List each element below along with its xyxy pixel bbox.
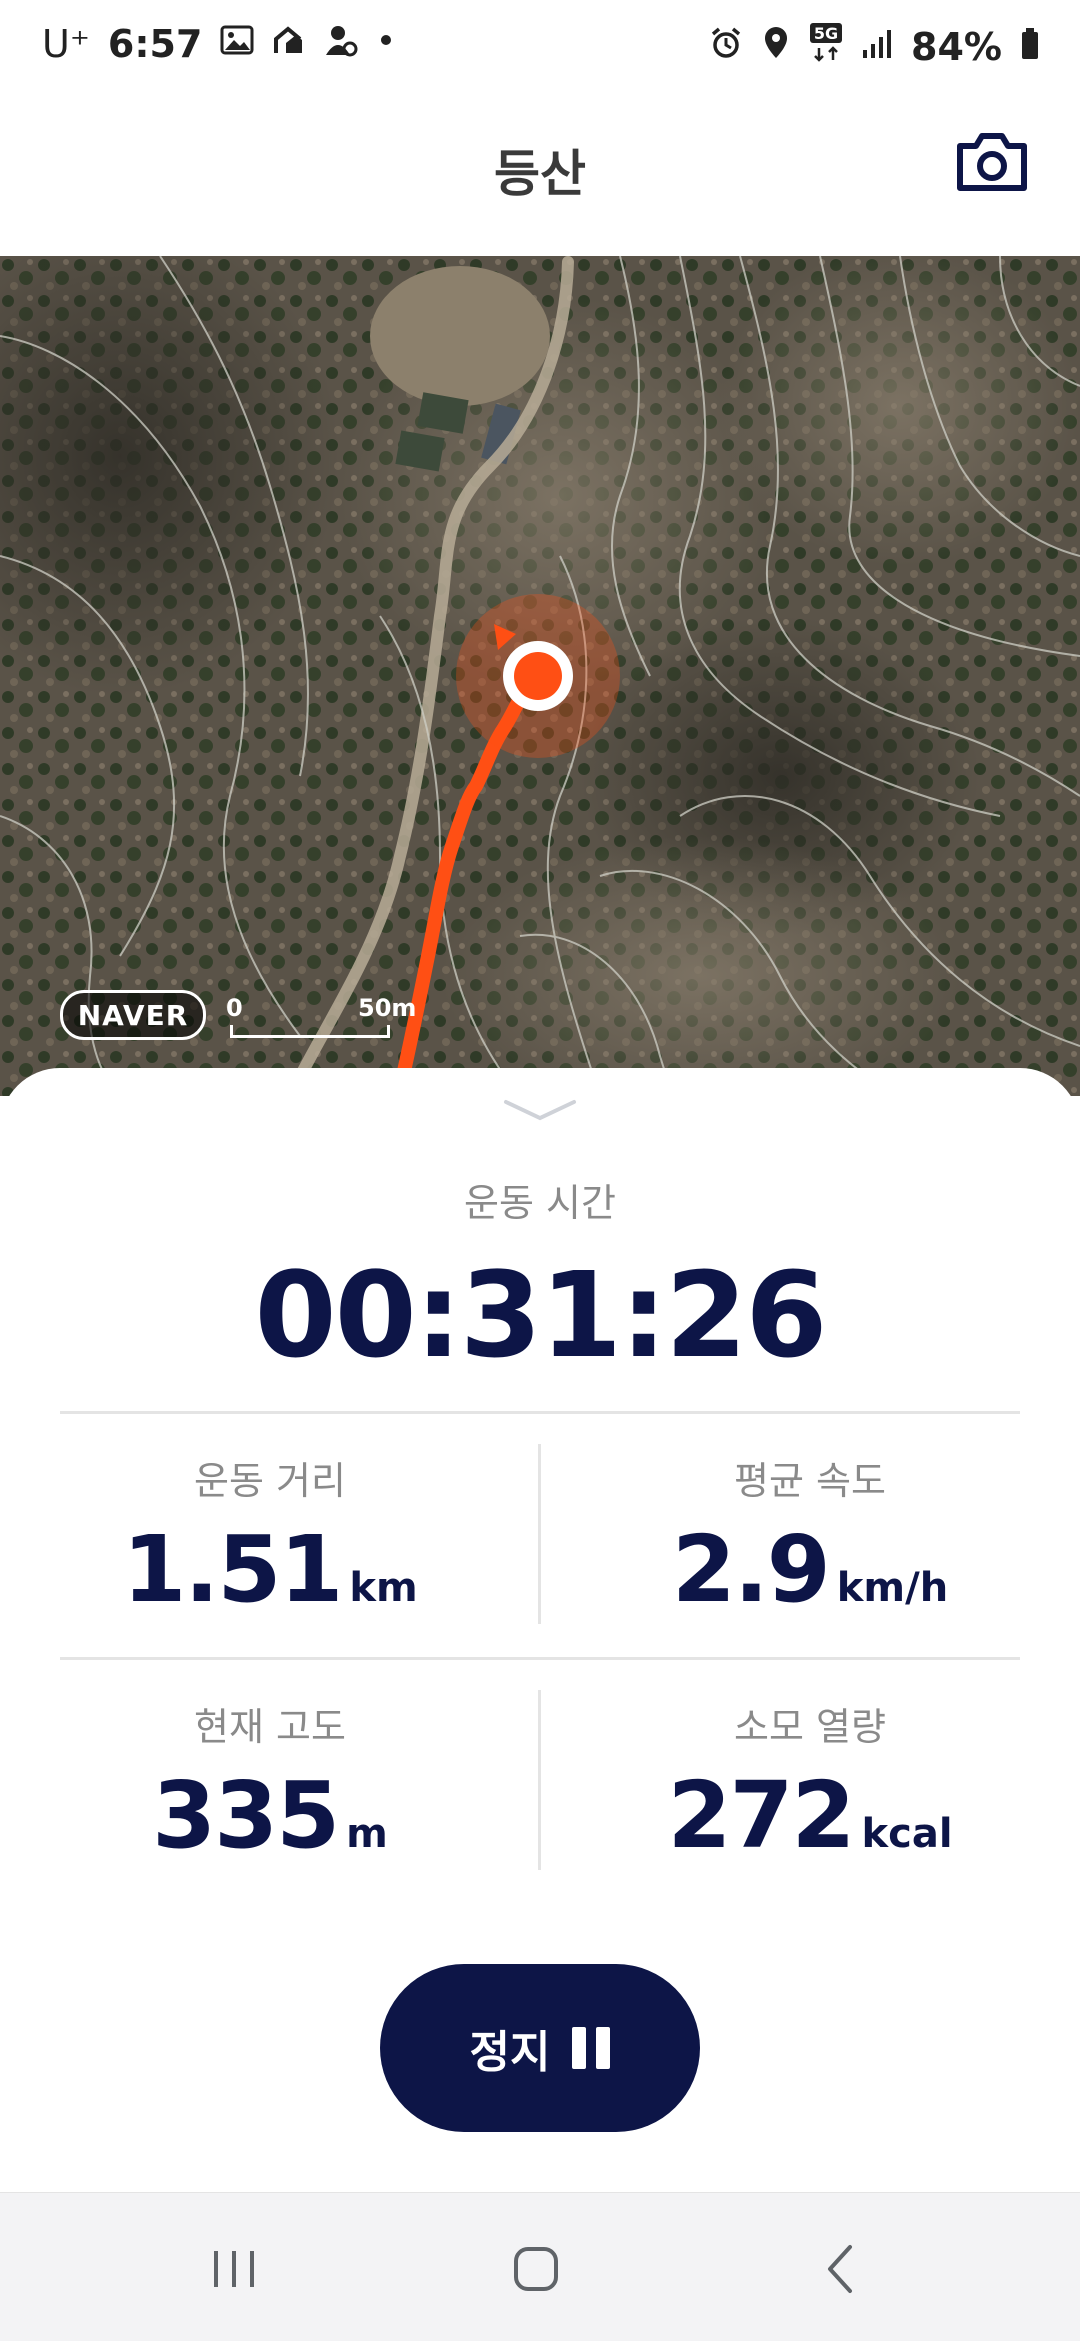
map-scale-bar: 0 50m [226,994,416,1038]
pause-button-label: 정지 [469,2027,551,2078]
distance-value-row: 1.51 km [0,1516,540,1623]
pause-icon [572,2027,611,2069]
elapsed-time-label: 운동 시간 [464,1181,616,1225]
signal-icon [861,25,893,69]
sheet-handle[interactable] [502,1098,578,1122]
carrier-label: U⁺ [42,22,90,66]
page-title: 등산 [494,145,586,203]
back-icon [828,2245,852,2293]
chevron-down-icon [504,1100,576,1121]
network-type: 5G [814,24,838,43]
recent-apps-button[interactable] [194,2237,274,2301]
back-button[interactable] [800,2237,880,2301]
naver-logo: NAVER [60,990,206,1040]
calories-value-row: 272 kcal [540,1762,1080,1869]
scale-line [230,1025,390,1038]
camera-icon [956,133,1028,198]
map-view[interactable]: NAVER 0 50m [0,256,1080,1096]
system-navigation-bar [0,2192,1080,2341]
home-button[interactable] [496,2237,576,2301]
location-person-icon [324,22,358,66]
altitude-value: 335 [152,1762,340,1869]
recent-apps-icon [214,2251,254,2287]
altitude-unit: m [346,1811,388,1857]
app-header: 등산 [0,100,1080,256]
distance-label: 운동 거리 [194,1459,346,1503]
calories-value: 272 [667,1762,855,1869]
altitude-label: 현재 고도 [194,1705,346,1749]
route-overlay [391,594,620,1096]
distance-value: 1.51 [122,1516,343,1623]
status-right: 5G 84% [709,22,1040,71]
5g-icon: 5G [809,22,843,71]
home-icon [514,2247,558,2291]
avg-speed-label: 평균 속도 [734,1459,886,1503]
status-left: U⁺ 6:57 [42,22,396,66]
gallery-icon [220,22,254,66]
avg-speed-value: 2.9 [671,1516,831,1623]
distance-unit: km [349,1565,418,1611]
scale-end: 50m [358,994,417,1022]
battery-percent: 84% [911,24,1002,69]
avg-speed-value-row: 2.9 km/h [540,1516,1080,1623]
avg-speed-unit: km/h [836,1565,949,1611]
calories-label: 소모 열량 [734,1705,886,1749]
location-icon [761,25,791,69]
battery-icon [1020,25,1040,69]
divider [60,1657,1020,1660]
elapsed-time-value: 00:31:26 [254,1246,827,1384]
scale-start: 0 [226,994,243,1022]
alarm-icon [709,25,743,69]
status-bar: U⁺ 6:57 5G 84% [0,0,1080,100]
pause-button[interactable]: 정지 [380,1964,700,2132]
altitude-value-row: 335 m [0,1762,540,1869]
workout-sheet: 운동 시간 00:31:26 운동 거리 1.51 km 평균 속도 2.9 km/… [0,1068,1080,2192]
divider [60,1411,1020,1414]
clock: 6:57 [107,22,203,66]
camera-button[interactable] [956,130,1028,194]
sync-icon [272,22,306,66]
notification-dot-icon [376,22,396,66]
calories-unit: kcal [861,1811,953,1857]
